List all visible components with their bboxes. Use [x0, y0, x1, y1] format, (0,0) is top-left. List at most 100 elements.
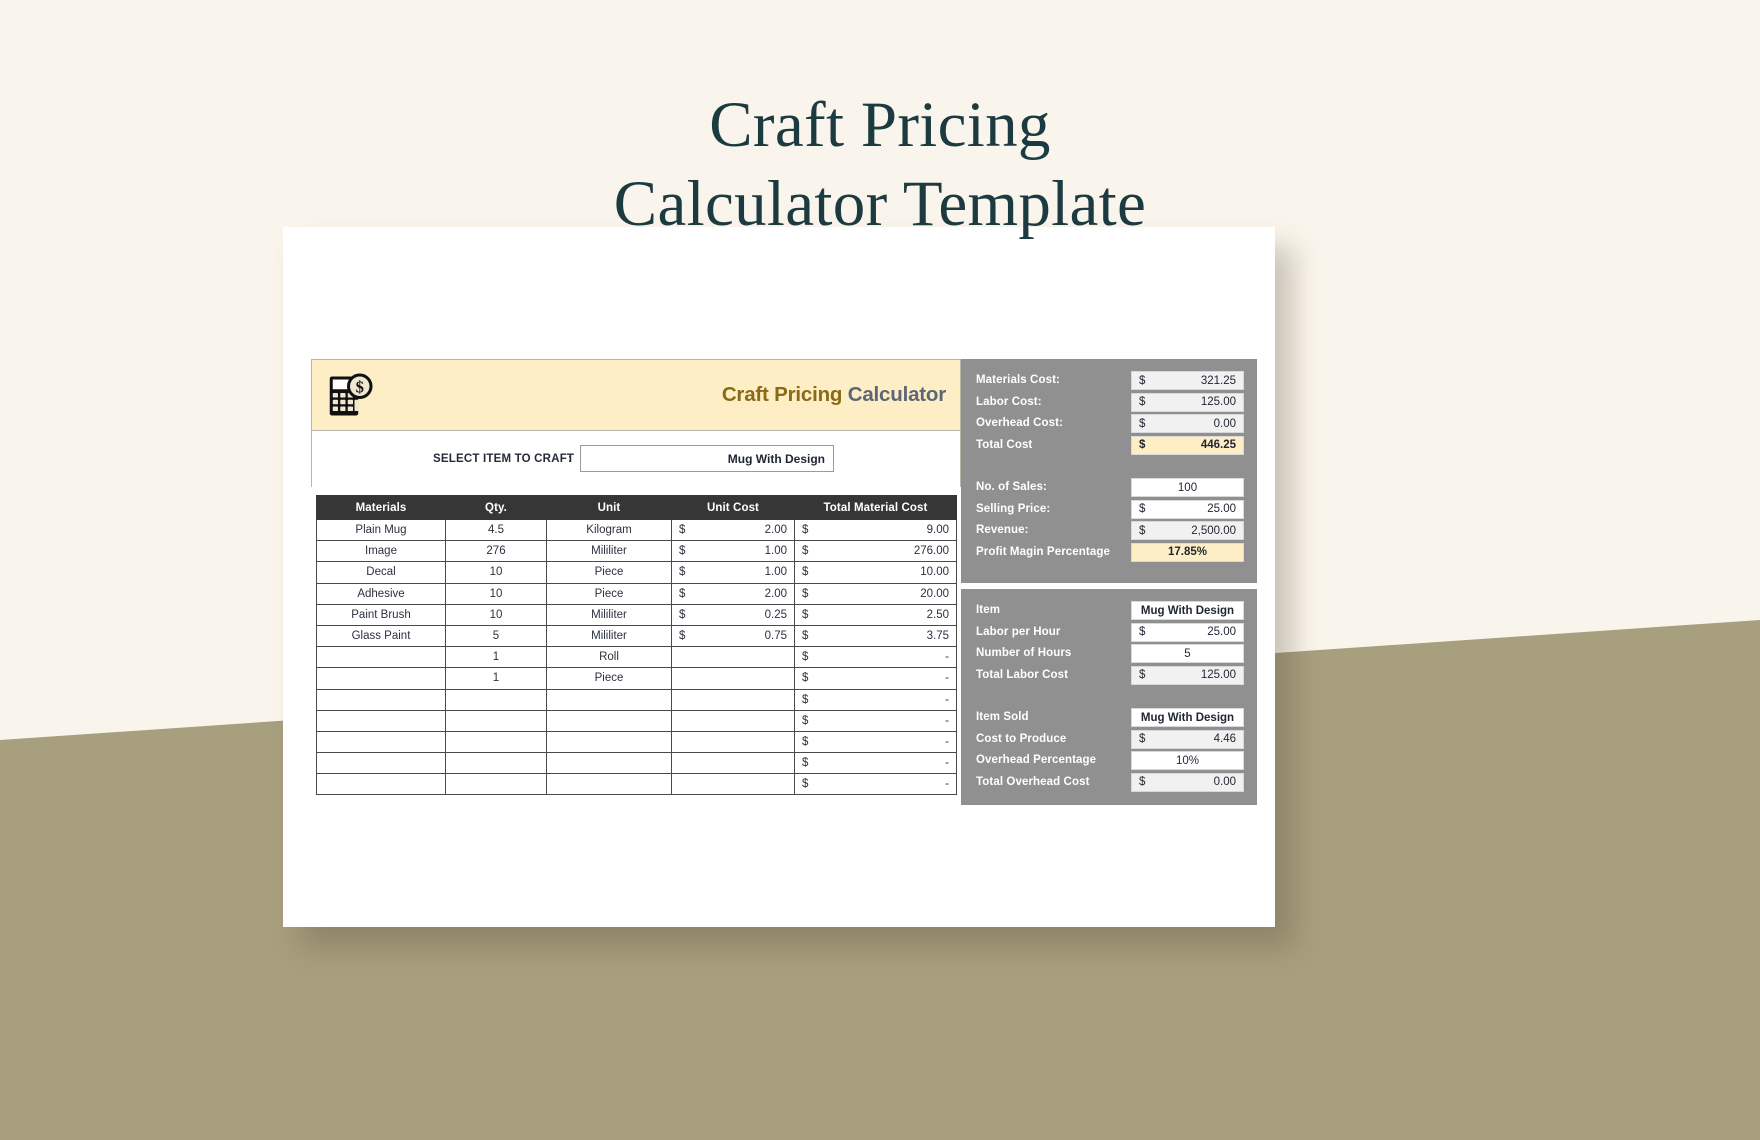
cell-unit-cost[interactable] — [671, 667, 795, 690]
labor-value-1[interactable]: $25.00 — [1131, 622, 1244, 642]
cell-qty[interactable] — [445, 730, 547, 754]
cell-material[interactable] — [316, 773, 446, 796]
cell-unit[interactable]: Piece — [546, 667, 672, 690]
select-item-input[interactable]: Mug With Design — [580, 445, 834, 472]
overhead-value-1[interactable]: $4.46 — [1131, 729, 1244, 749]
materials-cost-value-1[interactable]: $125.00 — [1131, 392, 1244, 412]
cell-total-cost[interactable]: $ - — [794, 709, 957, 732]
cell-qty[interactable]: 4.5 — [445, 518, 547, 542]
cell-unit-cost[interactable]: $0.25 — [671, 603, 795, 626]
cell-total-cost[interactable]: $276.00 — [794, 540, 957, 563]
table-row[interactable]: Plain Mug 4.5 Kilogram $2.00 $9.00 — [316, 518, 957, 542]
cell-unit-cost[interactable] — [671, 646, 795, 669]
cell-total-cost[interactable]: $20.00 — [794, 582, 957, 605]
cell-material[interactable] — [316, 688, 446, 711]
table-row[interactable]: $ - — [316, 688, 957, 711]
cell-unit-cost[interactable]: $1.00 — [671, 540, 795, 563]
cell-qty[interactable] — [445, 773, 547, 796]
table-row[interactable]: Adhesive 10 Piece $2.00 $20.00 — [316, 582, 957, 605]
cell-material[interactable] — [316, 667, 446, 690]
cell-qty[interactable]: 276 — [445, 540, 547, 563]
materials-cost-label-2: Overhead Cost: — [976, 417, 1064, 429]
th-materials: Materials — [316, 495, 446, 520]
cell-material[interactable]: Plain Mug — [316, 518, 446, 542]
table-row[interactable]: Decal 10 Piece $1.00 $10.00 — [316, 561, 957, 584]
table-row[interactable]: $ - — [316, 752, 957, 775]
cell-unit[interactable]: Mililiter — [546, 540, 672, 563]
cell-qty[interactable] — [445, 709, 547, 732]
cell-total-cost[interactable]: $2.50 — [794, 603, 957, 626]
cell-material[interactable] — [316, 730, 446, 754]
cell-total-cost[interactable]: $ - — [794, 773, 957, 796]
cell-unit[interactable]: Mililiter — [546, 603, 672, 626]
cell-total-cost[interactable]: $ - — [794, 730, 957, 754]
cell-material[interactable]: Adhesive — [316, 582, 446, 605]
table-row[interactable]: Glass Paint 5 Mililiter $0.75 $3.75 — [316, 624, 957, 648]
cell-material[interactable]: Paint Brush — [316, 603, 446, 626]
cell-material[interactable]: Decal — [316, 561, 446, 584]
sales-value-1[interactable]: $25.00 — [1131, 499, 1244, 519]
cell-unit-cost[interactable] — [671, 709, 795, 732]
sales-value-0[interactable]: 100 — [1131, 478, 1244, 497]
cell-qty[interactable]: 10 — [445, 603, 547, 626]
cell-unit[interactable] — [546, 709, 672, 732]
cell-unit-cost[interactable] — [671, 752, 795, 775]
cell-qty[interactable]: 1 — [445, 646, 547, 669]
cell-qty[interactable]: 5 — [445, 624, 547, 648]
cell-unit[interactable]: Piece — [546, 582, 672, 605]
materials-cost-value-2[interactable]: $0.00 — [1131, 414, 1244, 433]
cell-unit-cost[interactable] — [671, 688, 795, 711]
cell-unit-cost[interactable]: $1.00 — [671, 561, 795, 584]
cell-unit[interactable] — [546, 773, 672, 796]
labor-value-2[interactable]: 5 — [1131, 644, 1244, 663]
cell-qty[interactable]: 10 — [445, 561, 547, 584]
cell-unit[interactable] — [546, 730, 672, 754]
cell-material[interactable] — [316, 709, 446, 732]
cell-material[interactable] — [316, 752, 446, 775]
cell-unit-cost[interactable]: $2.00 — [671, 582, 795, 605]
cell-unit[interactable]: Mililiter — [546, 624, 672, 648]
sales-value-3[interactable]: 17.85% — [1131, 542, 1244, 562]
cell-unit[interactable]: Kilogram — [546, 518, 672, 542]
cell-unit-cost[interactable]: $0.75 — [671, 624, 795, 648]
table-row[interactable]: $ - — [316, 709, 957, 732]
currency-symbol: $ — [802, 651, 809, 664]
labor-value-0[interactable]: Mug With Design — [1131, 601, 1244, 620]
cell-total-cost[interactable]: $ - — [794, 688, 957, 711]
cell-unit-cost[interactable] — [671, 730, 795, 754]
cell-total-cost[interactable]: $ - — [794, 752, 957, 775]
materials-cost-value-3[interactable]: $446.25 — [1131, 435, 1244, 455]
cell-total-cost[interactable]: $9.00 — [794, 518, 957, 542]
cell-qty[interactable] — [445, 688, 547, 711]
table-row[interactable]: $ - — [316, 730, 957, 754]
amount: 5 — [1184, 647, 1191, 660]
cell-total-cost[interactable]: $ - — [794, 646, 957, 669]
cell-qty[interactable]: 10 — [445, 582, 547, 605]
cell-material[interactable] — [316, 646, 446, 669]
labor-value-3[interactable]: $125.00 — [1131, 665, 1244, 685]
table-row[interactable]: 1 Roll $ - — [316, 646, 957, 669]
table-row[interactable]: $ - — [316, 773, 957, 796]
overhead-value-2[interactable]: 10% — [1131, 751, 1244, 770]
labor-label-0: Item — [976, 604, 1001, 616]
materials-cost-value-0[interactable]: $321.25 — [1131, 371, 1244, 390]
cell-unit[interactable] — [546, 688, 672, 711]
cell-material[interactable]: Image — [316, 540, 446, 563]
table-row[interactable]: Paint Brush 10 Mililiter $0.25 $2.50 — [316, 603, 957, 626]
cell-total-cost[interactable]: $ - — [794, 667, 957, 690]
cell-unit[interactable] — [546, 752, 672, 775]
cell-unit-cost[interactable] — [671, 773, 795, 796]
cell-material[interactable]: Glass Paint — [316, 624, 446, 648]
table-row[interactable]: Image 276 Mililiter $1.00 $276.00 — [316, 540, 957, 563]
overhead-value-0[interactable]: Mug With Design — [1131, 708, 1244, 727]
cell-qty[interactable] — [445, 752, 547, 775]
cell-total-cost[interactable]: $10.00 — [794, 561, 957, 584]
cell-unit[interactable]: Piece — [546, 561, 672, 584]
sales-value-2[interactable]: $2,500.00 — [1131, 521, 1244, 540]
table-row[interactable]: 1 Piece $ - — [316, 667, 957, 690]
cell-total-cost[interactable]: $3.75 — [794, 624, 957, 648]
cell-unit[interactable]: Roll — [546, 646, 672, 669]
cell-qty[interactable]: 1 — [445, 667, 547, 690]
cell-unit-cost[interactable]: $2.00 — [671, 518, 795, 542]
overhead-value-3[interactable]: $0.00 — [1131, 772, 1244, 792]
